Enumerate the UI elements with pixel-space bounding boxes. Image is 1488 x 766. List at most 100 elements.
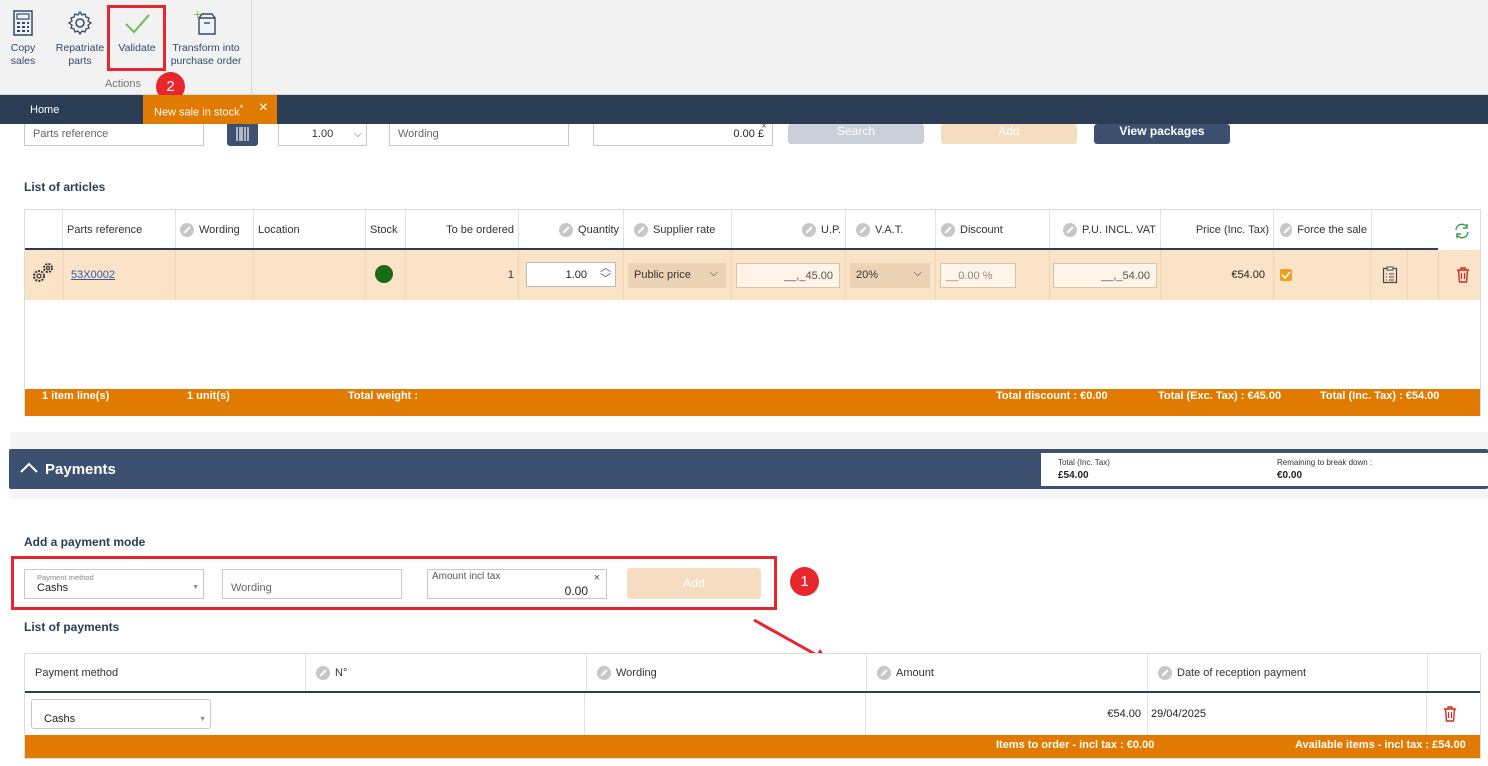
trash-icon[interactable] (1456, 267, 1470, 283)
col-supplier-rate[interactable]: Supplier rate (624, 210, 732, 249)
cell-divider (1370, 250, 1371, 300)
cell-divider (518, 250, 519, 300)
col-stock[interactable]: Stock (366, 210, 406, 249)
total-discount: Total discount : €0.00 (996, 390, 1108, 402)
edit-icon (634, 222, 648, 237)
refresh-icon[interactable] (1453, 222, 1471, 240)
chevron-up-icon[interactable] (19, 461, 39, 475)
col-discount[interactable]: Discount (936, 210, 1050, 249)
price-inc-tax-value: €54.00 (1231, 269, 1265, 281)
edit-icon (802, 222, 817, 237)
section-spacer (10, 432, 1488, 450)
col-to-be-ordered-label: To be ordered (446, 223, 514, 236)
col-parts-reference[interactable]: Parts reference (63, 210, 176, 249)
price-value: 0.00 £ (733, 128, 764, 140)
force-sale-checkbox[interactable] (1280, 269, 1292, 281)
col-vat[interactable]: V.A.T. (846, 210, 936, 249)
wording-input[interactable]: Wording (389, 124, 569, 146)
col-payment-method-label: Payment method (35, 666, 119, 679)
stepper-down-icon[interactable]: ﹀ (600, 274, 611, 285)
tab-home[interactable]: Home (14, 95, 75, 124)
section-spacer (10, 489, 1488, 499)
copy-sales-label: Copy sales (10, 42, 36, 67)
col-number[interactable]: N° (306, 654, 587, 691)
tab-bar: Home New sale in stock* × (0, 95, 1488, 124)
col-force-sale[interactable]: Force the sale (1274, 210, 1372, 249)
unit-price-input[interactable]: __,_45.00 (736, 263, 840, 288)
col-pu-incl-vat-label: P.U. INCL. VAT (1082, 223, 1156, 236)
row-amount-value: €54.00 (1107, 708, 1141, 720)
vat-select[interactable]: 20% ⌵ (850, 263, 930, 288)
pu-incl-vat-input[interactable]: __,_54.00 (1053, 263, 1157, 288)
cell-divider (63, 250, 64, 300)
part-reference-link[interactable]: 53X0002 (71, 269, 115, 281)
stepper-up-icon[interactable]: ︿ (600, 263, 611, 274)
total-weight: Total weight : (348, 390, 419, 402)
articles-section-title: List of articles (24, 180, 106, 194)
tab-label: New sale in stock (154, 106, 240, 119)
gears-icon (30, 260, 56, 286)
edit-icon (1280, 222, 1293, 237)
list-of-payments-title: List of payments (24, 620, 120, 634)
transform-purchase-order-button[interactable]: + Transform into purchase order (168, 8, 244, 68)
cell-divider (365, 250, 366, 300)
col-location[interactable]: Location (254, 210, 366, 249)
table-row[interactable]: 53X0002 1 1.00 ︿ ﹀ Public price ⌵ __,_45… (25, 250, 1480, 300)
payments-summary: Total (Inc. Tax) £54.00 Remaining to bre… (1041, 453, 1488, 486)
total-inc-tax-label: Total (Inc. Tax) (1058, 458, 1110, 467)
cell-divider (175, 250, 176, 300)
stock-status-dot (375, 265, 393, 283)
supplier-rate-select[interactable]: Public price ⌵ (628, 263, 726, 288)
discount-input[interactable]: __0.00 % (940, 263, 1016, 288)
table-row[interactable]: Cashs ▼ €54.00 29/04/2025 (25, 693, 1480, 735)
edit-icon (941, 222, 955, 237)
col-up-label: U.P. (821, 223, 841, 236)
close-icon[interactable]: × (259, 100, 268, 116)
col-parts-reference-label: Parts reference (67, 223, 143, 236)
add-article-button[interactable]: Add (941, 124, 1077, 144)
col-wording[interactable]: Wording (176, 210, 254, 249)
view-packages-button[interactable]: View packages (1094, 124, 1230, 144)
col-up[interactable]: U.P. (732, 210, 846, 249)
col-pu-incl-vat[interactable]: P.U. INCL. VAT (1050, 210, 1161, 249)
supplier-rate-value: Public price (634, 269, 691, 281)
clear-icon[interactable]: × (761, 121, 767, 132)
col-quantity[interactable]: Quantity (519, 210, 624, 249)
copy-sales-button[interactable]: Copy sales (4, 8, 42, 68)
col-amount[interactable]: Amount (867, 654, 1148, 691)
cell-divider (1426, 693, 1427, 735)
col-to-be-ordered[interactable]: To be ordered (406, 210, 519, 249)
trash-icon[interactable] (1443, 706, 1457, 722)
row-date-value: 29/04/2025 (1151, 708, 1207, 720)
total-exc-tax: Total (Exc. Tax) : €45.00 (1158, 390, 1282, 402)
col-wording[interactable]: Wording (587, 654, 867, 691)
price-input[interactable]: 0.00 £ × (593, 121, 773, 146)
row-quantity-stepper[interactable]: 1.00 ︿ ﹀ (526, 262, 616, 287)
col-price-inc-tax[interactable]: Price (Inc. Tax) (1161, 210, 1274, 249)
tab-new-sale-in-stock[interactable]: New sale in stock* × (143, 95, 277, 124)
ribbon-toolbar: Copy sales Repatriate parts Validate + T… (0, 0, 1488, 95)
row-payment-method-select[interactable]: Cashs ▼ (31, 699, 211, 729)
chevron-down-icon[interactable]: ⌵ (354, 128, 362, 141)
col-quantity-label: Quantity (578, 223, 619, 236)
col-payment-method[interactable]: Payment method (25, 654, 306, 691)
search-button[interactable]: Search (788, 124, 924, 144)
col-supplier-rate-label: Supplier rate (653, 223, 716, 236)
cell-divider (935, 250, 936, 300)
quantity-stepper[interactable]: 1.00 ⌵ (278, 124, 367, 146)
item-lines-count: 1 item line(s) (42, 390, 110, 402)
chevron-down-icon: ⌵ (913, 267, 922, 279)
total-inc-tax: Total (Inc. Tax) : €54.00 (1320, 390, 1440, 402)
units-count: 1 unit(s) (187, 390, 230, 402)
ribbon-divider (251, 0, 252, 95)
parts-reference-input[interactable]: Parts reference (24, 124, 204, 146)
repatriate-parts-button[interactable]: Repatriate parts (53, 8, 107, 68)
articles-table: Parts reference Wording Location Stock T… (24, 209, 1481, 416)
edit-icon (316, 665, 330, 680)
cell-divider (1147, 693, 1148, 735)
col-date-reception[interactable]: Date of reception payment (1148, 654, 1428, 691)
edit-icon (597, 665, 611, 680)
details-list-icon[interactable] (1382, 266, 1398, 284)
barcode-scan-button[interactable] (227, 124, 258, 146)
cell-divider (1407, 250, 1408, 300)
